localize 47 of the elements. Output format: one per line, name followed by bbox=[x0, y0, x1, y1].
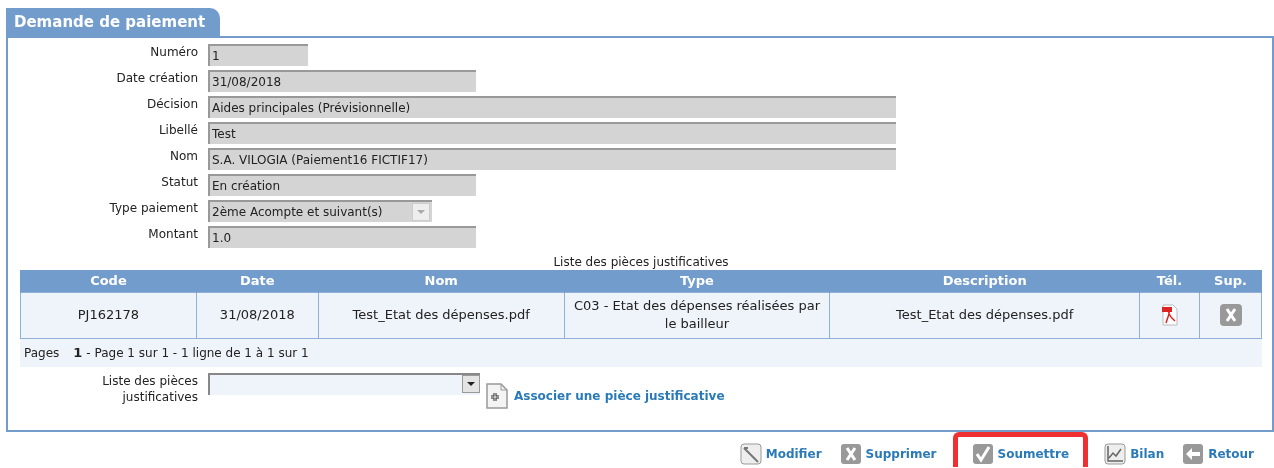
table-cell: PJ162178 bbox=[20, 292, 197, 338]
pencil-icon bbox=[739, 443, 762, 465]
select-field[interactable]: 2ème Acompte et suivant(s) bbox=[208, 200, 432, 222]
delete-icon[interactable] bbox=[1218, 303, 1243, 327]
attachment-select[interactable] bbox=[208, 372, 480, 395]
add-document-icon[interactable] bbox=[484, 382, 510, 409]
column-header: Tél. bbox=[1139, 270, 1200, 292]
action-button[interactable]: Retour bbox=[1180, 432, 1256, 467]
input-field[interactable]: S.A. VILOGIA (Paiement16 FICTIF17) bbox=[208, 148, 896, 170]
field-label: Libellé bbox=[157, 122, 199, 138]
table-cell: 31/08/2018 bbox=[196, 292, 319, 338]
column-header: Type bbox=[564, 270, 830, 292]
column-header: Nom bbox=[318, 270, 565, 292]
pager-summary: - Page 1 sur 1 - 1 ligne de 1 à 1 sur 1 bbox=[86, 344, 309, 362]
action-button[interactable]: Soumettre bbox=[952, 432, 1089, 467]
column-header: Date bbox=[196, 270, 319, 292]
field-label: Date création bbox=[115, 70, 199, 86]
input-field[interactable]: 31/08/2018 bbox=[208, 70, 476, 92]
pager-label: Pages bbox=[24, 344, 60, 362]
line-chart-icon bbox=[1104, 443, 1127, 465]
current-page[interactable]: 1 bbox=[73, 342, 83, 363]
input-field[interactable]: 1 bbox=[208, 44, 308, 66]
pdf-file-icon[interactable] bbox=[1159, 304, 1180, 326]
column-header: Code bbox=[20, 270, 197, 292]
action-button[interactable]: Modifier bbox=[737, 432, 824, 467]
input-field[interactable]: En création bbox=[208, 174, 476, 196]
action-button[interactable]: Bilan bbox=[1102, 432, 1167, 467]
checkmark-icon bbox=[971, 443, 994, 465]
cross-icon bbox=[839, 443, 862, 465]
input-field[interactable]: Test bbox=[208, 122, 896, 144]
field-label: Numéro bbox=[149, 44, 199, 60]
field-label: Type paiement bbox=[108, 200, 199, 216]
attachment-label: Liste des pièces justificatives bbox=[101, 372, 199, 405]
input-field[interactable]: Aides principales (Prévisionnelle) bbox=[208, 96, 896, 118]
field-label: Décision bbox=[145, 96, 199, 112]
table-cell: C03 - Etat des dépenses réalisées par le bailleur bbox=[564, 292, 830, 338]
field-label: Statut bbox=[160, 174, 199, 190]
column-header: Sup. bbox=[1199, 270, 1262, 292]
table-caption: Liste des pièces justificatives bbox=[552, 254, 730, 270]
field-label: Nom bbox=[169, 148, 199, 164]
table-cell: Test_Etat des dépenses.pdf bbox=[318, 292, 565, 338]
column-header: Description bbox=[829, 270, 1140, 292]
table-cell: Test_Etat des dépenses.pdf bbox=[829, 292, 1140, 338]
associate-link[interactable]: Associer une pièce justificative bbox=[514, 386, 725, 405]
field-label: Montant bbox=[147, 226, 199, 242]
input-field[interactable]: 1.0 bbox=[208, 226, 476, 248]
action-button[interactable]: Supprimer bbox=[837, 432, 939, 467]
